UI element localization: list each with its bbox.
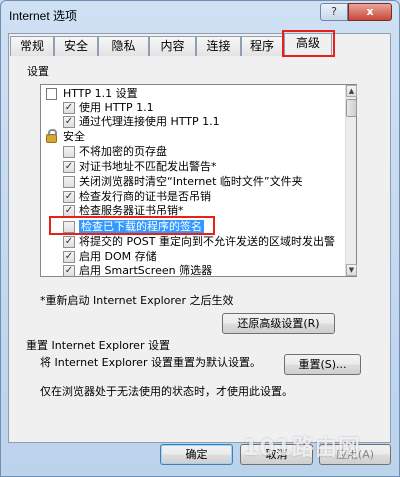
checkbox[interactable]: ✓ — [63, 116, 75, 128]
list-item: HTTP 1.1 设置 — [41, 87, 347, 101]
list-item: 安全 — [41, 129, 347, 144]
checkbox[interactable] — [63, 146, 75, 158]
list-item[interactable]: 不将加密的页存盘 — [41, 145, 347, 159]
tab-programs[interactable]: 程序 — [241, 36, 283, 56]
watermark: 101路由网 — [243, 436, 361, 461]
restart-note: *重新启动 Internet Explorer 之后生效 — [40, 294, 234, 307]
settings-group-label: 设置 — [27, 65, 49, 78]
scroll-down-arrow-icon[interactable]: ▼ — [346, 264, 357, 276]
scroll-thumb[interactable] — [346, 99, 357, 117]
list-item[interactable]: ✓ 检查发行商的证书是否吊销 — [41, 190, 347, 204]
settings-scrollbar[interactable]: ▲ ▼ — [345, 85, 357, 276]
list-item[interactable]: ✓ 使用 HTTP 1.1 — [41, 101, 347, 115]
list-item[interactable]: 关闭浏览器时清空“Internet 临时文件”文件夹 — [41, 175, 347, 189]
reset-condition-text: 仅在浏览器处于无法使用的状态时，才使用此设置。 — [40, 385, 293, 398]
list-item[interactable]: ✓ 通过代理连接使用 HTTP 1.1 — [41, 115, 347, 129]
checkbox[interactable]: ✓ — [63, 102, 75, 114]
scroll-up-arrow-icon[interactable]: ▲ — [346, 85, 357, 97]
tab-privacy[interactable]: 隐私 — [98, 36, 149, 56]
checkbox[interactable]: ✓ — [63, 191, 75, 203]
checkbox[interactable] — [63, 176, 75, 188]
list-item[interactable]: ✓ 启用 SmartScreen 筛选器 — [41, 264, 347, 276]
tab-content[interactable]: 内容 — [149, 36, 196, 56]
checkbox[interactable]: ✓ — [63, 251, 75, 263]
reset-description: 将 Internet Explorer 设置重置为默认设置。 — [40, 356, 261, 369]
help-button[interactable]: ? — [320, 3, 348, 21]
settings-list[interactable]: HTTP 1.1 设置 ✓ 使用 HTTP 1.1 ✓ 通过代理连接使用 HTT… — [40, 84, 357, 277]
title-bar[interactable]: Internet 选项 ? x — [1, 1, 399, 29]
tab-connections[interactable]: 连接 — [196, 36, 241, 56]
reset-button[interactable]: 重置(S)... — [284, 354, 361, 375]
checkbox[interactable]: ✓ — [63, 265, 75, 276]
checkbox[interactable]: ✓ — [63, 161, 75, 173]
advanced-tab-highlight-box — [282, 30, 335, 57]
document-icon — [46, 88, 57, 100]
list-item[interactable]: ✓ 对证书地址不匹配发出警告* — [41, 160, 347, 174]
tab-general[interactable]: 常规 — [10, 36, 54, 56]
window-title: Internet 选项 — [9, 9, 78, 23]
lock-icon — [46, 129, 57, 143]
restore-advanced-settings-button[interactable]: 还原高级设置(R) — [222, 313, 335, 334]
list-item[interactable]: ✓ 将提交的 POST 重定向到不允许发送的区域时发出警 — [41, 235, 347, 249]
list-item[interactable]: ✓ 启用 DOM 存储 — [41, 250, 347, 264]
tab-security[interactable]: 安全 — [54, 36, 98, 56]
close-button[interactable]: x — [348, 3, 392, 21]
selected-item-highlight-box — [49, 216, 215, 235]
checkbox[interactable]: ✓ — [63, 236, 75, 248]
reset-section-label: 重置 Internet Explorer 设置 — [26, 339, 170, 352]
ok-button[interactable]: 确定 — [160, 444, 233, 465]
